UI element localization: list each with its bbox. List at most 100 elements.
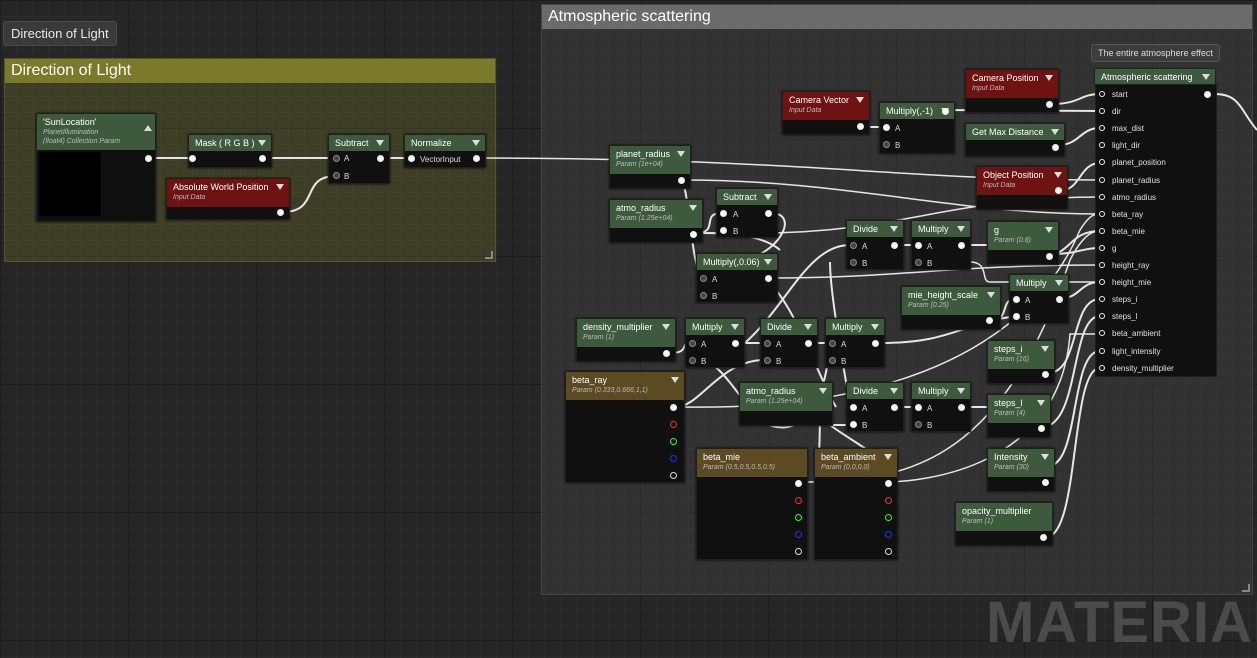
output-pin[interactable] xyxy=(891,404,898,411)
input-pin[interactable] xyxy=(1099,313,1105,320)
input-pin-a[interactable] xyxy=(689,340,696,347)
node-divide-2[interactable]: Divide A B xyxy=(760,318,818,368)
output-pin[interactable] xyxy=(145,155,152,162)
output-pin[interactable] xyxy=(277,209,284,216)
node-beta-ambient[interactable]: beta_ambient Param (0,0,0,0) xyxy=(814,448,898,560)
output-pin[interactable] xyxy=(377,155,384,162)
output-pin-rgba[interactable] xyxy=(670,404,677,411)
output-pin[interactable] xyxy=(942,108,949,115)
node-sunlocation[interactable]: 'SunLocation' PlanetIllumination (float4… xyxy=(36,113,156,222)
input-pin[interactable] xyxy=(1099,262,1105,268)
output-pin[interactable] xyxy=(663,350,670,357)
chevron-down-icon[interactable] xyxy=(957,388,965,394)
chevron-down-icon[interactable] xyxy=(1045,75,1053,81)
output-pin[interactable] xyxy=(857,123,864,130)
node-camera-vector[interactable]: Camera Vector Input Data xyxy=(782,91,870,135)
chevron-down-icon[interactable] xyxy=(731,324,739,330)
input-pin-b[interactable] xyxy=(333,172,340,179)
output-pin[interactable] xyxy=(958,404,965,411)
input-pin[interactable] xyxy=(1099,244,1105,251)
node-subtract-2[interactable]: Subtract A B xyxy=(716,188,778,238)
output-pin[interactable] xyxy=(473,155,480,162)
node-get-max-distance[interactable]: Get Max Distance xyxy=(965,123,1065,157)
input-pin[interactable] xyxy=(1099,91,1105,97)
output-pin[interactable] xyxy=(1042,479,1049,486)
input-pin[interactable] xyxy=(1099,193,1105,200)
output-pin[interactable] xyxy=(1046,101,1053,108)
input-pin-b[interactable] xyxy=(915,421,922,428)
input-pin[interactable] xyxy=(1099,364,1105,371)
node-opacity-multiplier[interactable]: opacity_multiplier Param (1) xyxy=(955,502,1053,546)
output-pin-g[interactable] xyxy=(885,514,892,521)
node-steps-i[interactable]: steps_i Param (16) xyxy=(987,340,1055,384)
output-pin[interactable] xyxy=(1046,253,1053,260)
input-pin[interactable] xyxy=(408,155,415,162)
chevron-down-icon[interactable] xyxy=(1051,129,1059,135)
node-camera-position[interactable]: Camera Position Input Data xyxy=(965,69,1059,113)
output-pin[interactable] xyxy=(891,242,898,249)
chevron-down-icon[interactable] xyxy=(957,226,965,232)
output-pin-b[interactable] xyxy=(795,531,802,538)
node-steps-l[interactable]: steps_l Param (4) xyxy=(987,394,1051,438)
chevron-down-icon[interactable] xyxy=(764,259,772,265)
chevron-down-icon[interactable] xyxy=(276,184,284,190)
input-pin-a[interactable] xyxy=(720,210,727,217)
input-pin-a[interactable] xyxy=(764,340,771,347)
chevron-down-icon[interactable] xyxy=(856,97,864,103)
input-pin[interactable] xyxy=(1099,108,1105,115)
node-planet-radius[interactable]: planet_radius Param (1e+04) xyxy=(609,145,691,189)
chevron-down-icon[interactable] xyxy=(689,205,697,211)
output-pin[interactable] xyxy=(1056,296,1063,303)
chevron-down-icon[interactable] xyxy=(1054,172,1062,178)
chevron-down-icon[interactable] xyxy=(871,324,879,330)
chevron-down-icon[interactable] xyxy=(1202,74,1210,80)
input-pin-a[interactable] xyxy=(850,404,857,411)
output-pin[interactable] xyxy=(1204,91,1211,98)
node-beta-ray[interactable]: beta_ray Param (0.333,0.666,1,1) xyxy=(565,371,685,483)
input-pin-b[interactable] xyxy=(883,141,890,148)
node-density-multiplier[interactable]: density_multiplier Param (1) xyxy=(576,318,676,362)
input-pin[interactable] xyxy=(1099,125,1105,132)
chevron-down-icon[interactable] xyxy=(662,324,670,330)
input-pin-b[interactable] xyxy=(720,227,727,234)
node-atmo-radius-2[interactable]: atmo_radius Param (1.25e+04) xyxy=(739,382,833,426)
node-divide-3[interactable]: Divide A B xyxy=(846,382,904,432)
node-atmospheric-scattering-header[interactable]: Atmospheric scattering xyxy=(1095,69,1215,85)
node-atmo-radius[interactable]: atmo_radius Param (1.25e+04) xyxy=(609,199,703,243)
output-pin[interactable] xyxy=(1052,144,1059,151)
input-pin-b[interactable] xyxy=(915,259,922,266)
input-pin-b[interactable] xyxy=(1013,313,1020,320)
collapse-icon[interactable] xyxy=(144,125,152,131)
chevron-down-icon[interactable] xyxy=(1045,227,1053,233)
input-pin[interactable] xyxy=(1099,330,1105,337)
node-multiply-5[interactable]: Multiply A B xyxy=(911,382,971,432)
input-pin-a[interactable] xyxy=(700,275,707,282)
output-pin[interactable] xyxy=(678,177,685,184)
node-subtract[interactable]: Subtract A B xyxy=(328,134,390,184)
chevron-down-icon[interactable] xyxy=(1055,280,1063,286)
output-pin[interactable] xyxy=(732,340,739,347)
output-pin-r[interactable] xyxy=(795,497,802,504)
input-pin-a[interactable] xyxy=(850,242,857,249)
output-pin-rgba[interactable] xyxy=(885,480,892,487)
chevron-down-icon[interactable] xyxy=(884,454,892,460)
chevron-down-icon[interactable] xyxy=(987,292,995,298)
input-pin[interactable] xyxy=(1099,142,1105,149)
output-pin[interactable] xyxy=(1038,425,1045,432)
output-pin[interactable] xyxy=(765,210,772,217)
chevron-down-icon[interactable] xyxy=(472,140,480,146)
chevron-down-icon[interactable] xyxy=(671,377,679,383)
input-pin-a[interactable] xyxy=(915,242,922,249)
output-pin[interactable] xyxy=(805,340,812,347)
chevron-down-icon[interactable] xyxy=(1037,400,1045,406)
input-pin[interactable] xyxy=(1099,210,1105,217)
input-pin-b[interactable] xyxy=(689,357,696,364)
chevron-down-icon[interactable] xyxy=(819,388,827,394)
input-pin-b[interactable] xyxy=(700,292,707,299)
node-multiply-2[interactable]: Multiply A B xyxy=(1009,274,1069,324)
input-pin-a[interactable] xyxy=(1013,296,1020,303)
node-beta-mie[interactable]: beta_mie Param (0.5,0.5,0.5,0.5) xyxy=(696,448,808,560)
input-pin-b[interactable] xyxy=(850,421,857,428)
node-multiply-1[interactable]: Multiply A B xyxy=(911,220,971,270)
chevron-down-icon[interactable] xyxy=(1041,454,1049,460)
